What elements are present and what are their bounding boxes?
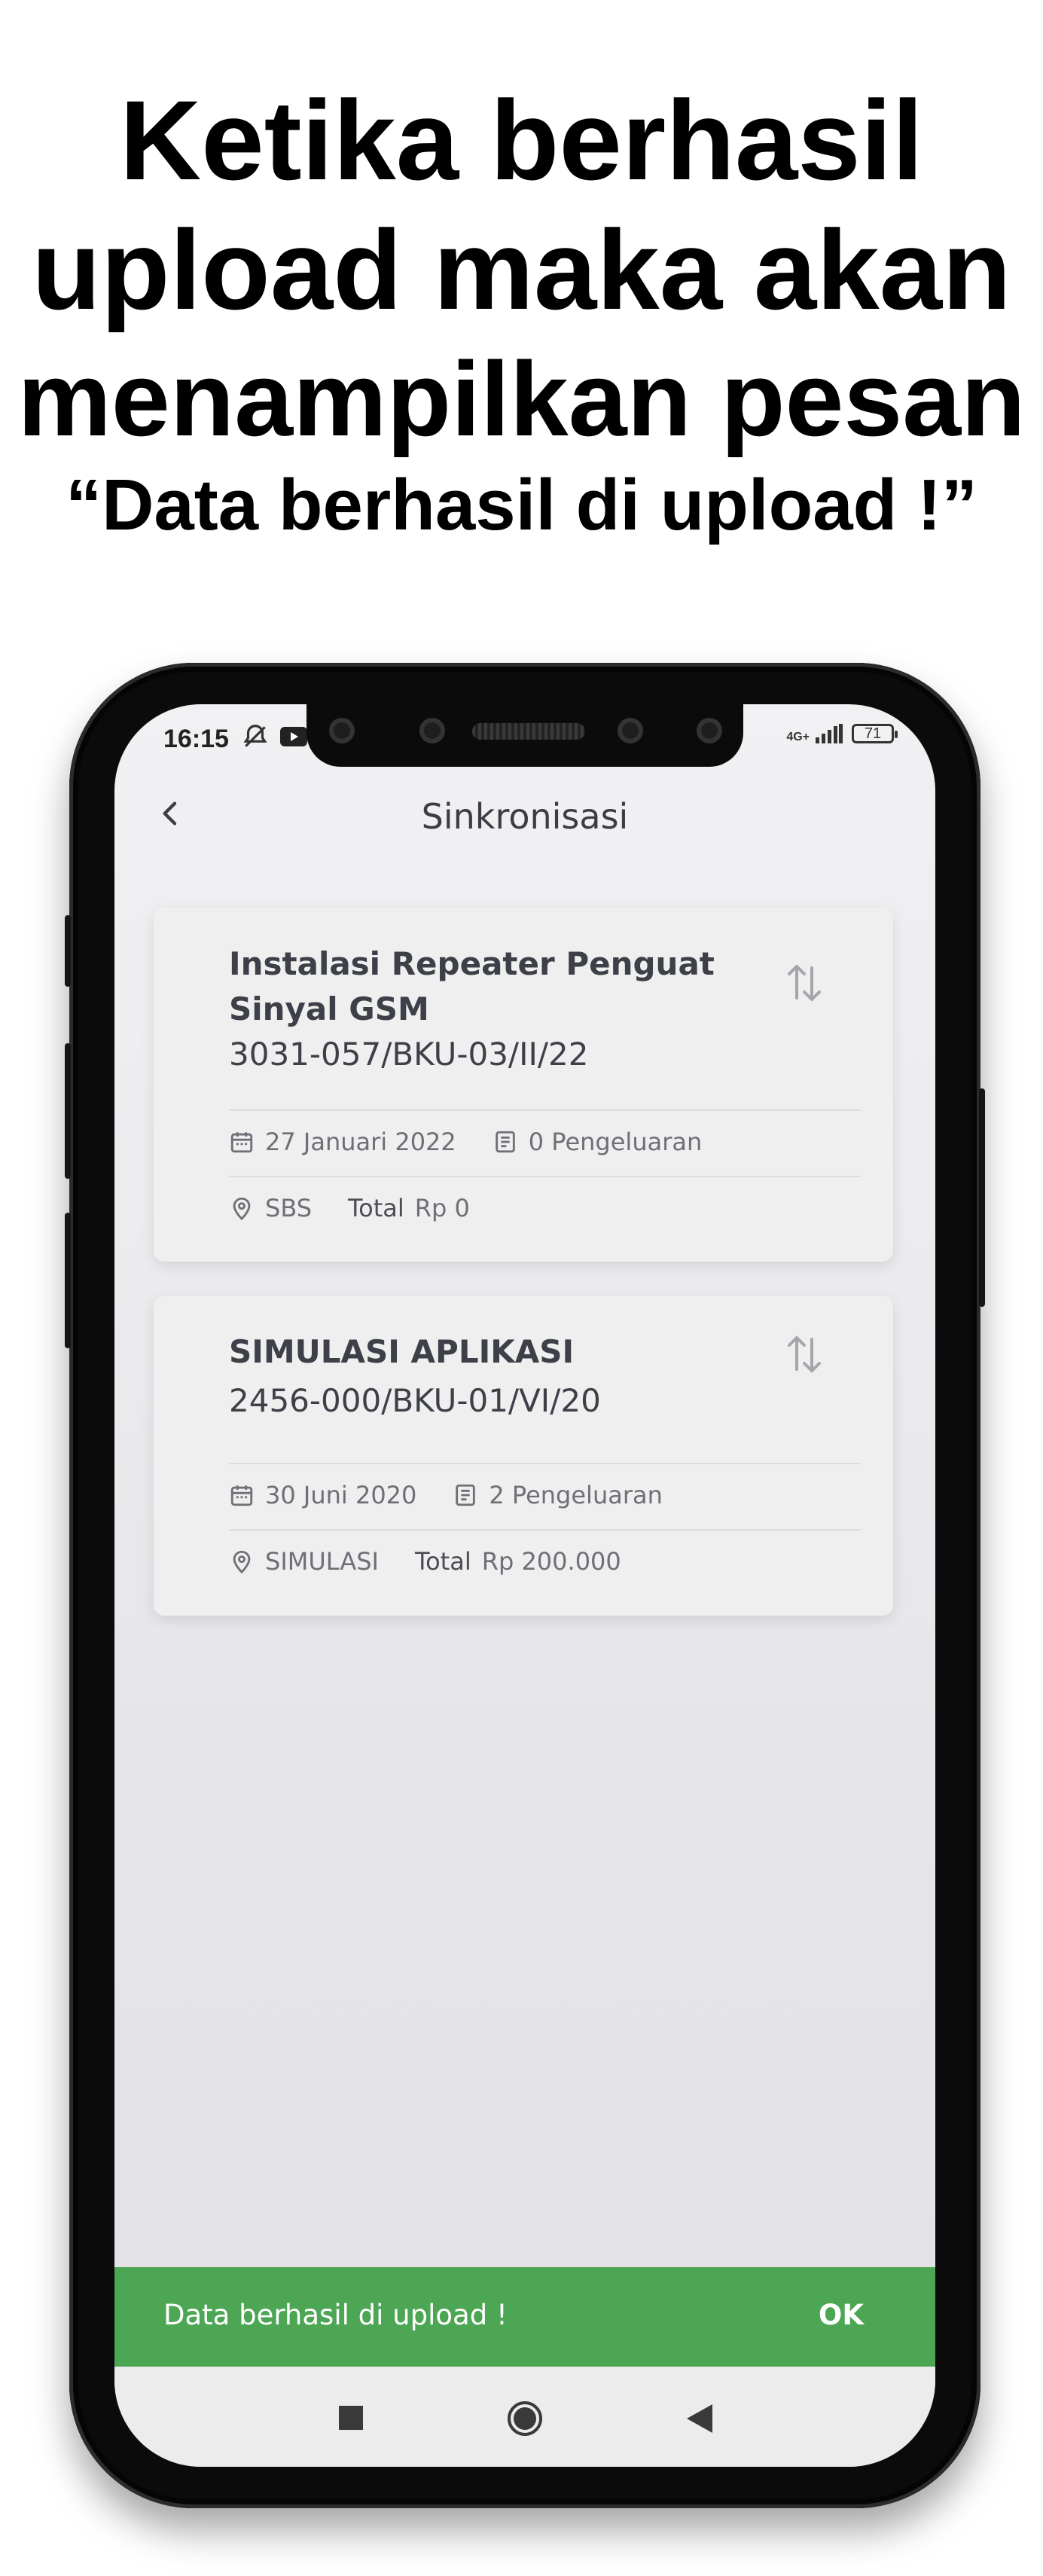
phone-frame: 16:15 4G+ 71 Sinkronisasi Instalasi Repe… <box>65 663 985 2508</box>
square-icon <box>339 2406 363 2430</box>
system-nav-bar <box>114 2367 935 2467</box>
signal-icon: 4G+ <box>786 724 843 743</box>
project-location-row: SIMULASI Total Rp 200.000 <box>229 1547 621 1576</box>
earpiece-speaker <box>472 723 585 740</box>
mute-icon <box>241 722 270 755</box>
calendar-icon <box>230 1132 253 1153</box>
front-camera-2-icon <box>618 718 643 743</box>
network-type: 4G+ <box>786 731 810 743</box>
divider <box>229 1109 860 1111</box>
triangle-left-icon <box>687 2404 712 2433</box>
project-title: Instalasi Repeater Penguat Sinyal GSM <box>229 945 715 1027</box>
sync-icon[interactable] <box>785 960 824 1006</box>
snackbar: Data berhasil di upload ! OK <box>114 2267 935 2367</box>
page-title: Sinkronisasi <box>421 796 629 837</box>
status-time: 16:15 <box>163 725 229 753</box>
headline-line-1: Ketika berhasil <box>119 77 924 203</box>
divider <box>229 1176 860 1177</box>
project-expenses: 2 Pengeluaran <box>489 1481 663 1509</box>
project-meta-row: 27 Januari 2022 0 Pengeluaran <box>229 1128 702 1156</box>
sensor-2-icon <box>697 718 722 743</box>
volume-down-button <box>65 1043 71 1179</box>
project-code: 3031-057/BKU-03/II/22 <box>229 1036 589 1073</box>
receipt-icon <box>496 1131 515 1153</box>
calendar-icon <box>230 1485 253 1506</box>
recent-apps-button[interactable] <box>339 2406 363 2434</box>
battery-level: 71 <box>864 725 882 742</box>
location-pin-icon <box>233 1550 251 1574</box>
receipt-icon <box>456 1484 476 1506</box>
total-label: Total <box>414 1547 471 1576</box>
total-value: Rp 0 <box>414 1194 470 1222</box>
project-title: SIMULASI APLIKASI <box>229 1333 575 1370</box>
project-card[interactable]: SIMULASI APLIKASI 2456-000/BKU-01/VI/20 … <box>154 1296 893 1616</box>
headline-line-2: upload maka akan <box>32 206 1011 333</box>
project-card[interactable]: Instalasi Repeater Penguat Sinyal GSM 30… <box>154 908 893 1262</box>
divider <box>229 1463 860 1464</box>
project-date: 30 Juni 2020 <box>265 1481 417 1509</box>
sensor-icon <box>419 718 445 743</box>
youtube-icon <box>280 727 307 750</box>
project-location-row: SBS Total Rp 0 <box>229 1194 470 1222</box>
project-code: 2456-000/BKU-01/VI/20 <box>229 1382 601 1419</box>
front-camera-icon <box>329 718 355 743</box>
project-date: 27 Januari 2022 <box>265 1128 456 1156</box>
snackbar-message: Data berhasil di upload ! <box>163 2299 508 2331</box>
home-button[interactable] <box>506 2400 544 2441</box>
bixby-button <box>65 1213 71 1348</box>
project-location: SIMULASI <box>265 1547 379 1576</box>
back-nav-button[interactable] <box>687 2404 712 2437</box>
location-pin-icon <box>233 1197 251 1221</box>
battery-icon: 71 <box>852 724 898 743</box>
circle-icon <box>508 2401 542 2436</box>
app-bar: Sinkronisasi <box>114 780 935 847</box>
phone-screen: 16:15 4G+ 71 Sinkronisasi Instalasi Repe… <box>114 704 935 2467</box>
promo-headline: Ketika berhasil upload maka akan menampi… <box>0 75 1043 547</box>
camera-notch <box>306 704 743 767</box>
project-meta-row: 30 Juni 2020 2 Pengeluaran <box>229 1481 663 1509</box>
power-button <box>979 1088 985 1307</box>
divider <box>229 1529 860 1531</box>
total-value: Rp 200.000 <box>481 1547 621 1576</box>
headline-line-3: menampilkan pesan <box>17 340 1026 458</box>
project-expenses: 0 Pengeluaran <box>528 1128 703 1156</box>
snackbar-ok-button[interactable]: OK <box>819 2299 864 2331</box>
total-label: Total <box>348 1194 404 1222</box>
headline-line-4: “Data berhasil di upload !” <box>66 465 977 545</box>
sync-icon[interactable] <box>785 1332 824 1377</box>
volume-up-button <box>65 915 71 987</box>
project-location: SBS <box>265 1194 313 1222</box>
